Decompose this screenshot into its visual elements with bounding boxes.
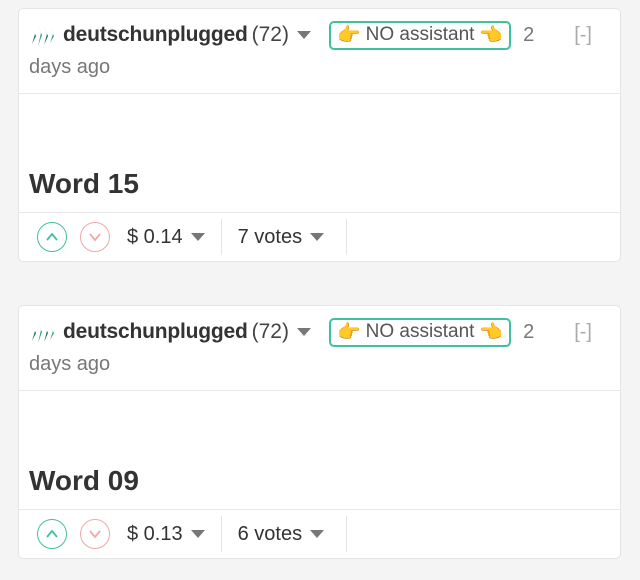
caret-down-icon[interactable]: [296, 328, 311, 336]
divider: [220, 219, 222, 255]
community-badge[interactable]: 👉 NO assistant 👈: [328, 20, 512, 50]
caret-down-icon[interactable]: [296, 31, 311, 39]
upvote-icon: [46, 529, 58, 538]
post-title[interactable]: Word 15: [29, 168, 139, 200]
steem-avatar-icon[interactable]: [29, 22, 55, 48]
post-header: deutschunplugged (72) 👉 NO assistant 👈 2…: [19, 9, 620, 94]
author-reputation: (72): [251, 320, 289, 343]
post-time-unit[interactable]: days ago: [29, 56, 610, 79]
caret-down-icon: [190, 233, 205, 241]
downvote-icon: [89, 233, 101, 242]
votes-dropdown[interactable]: 7 votes: [237, 225, 325, 249]
downvote-icon: [89, 530, 101, 539]
author-name[interactable]: deutschunplugged: [63, 320, 248, 344]
post-header: deutschunplugged (72) 👉 NO assistant 👈 2…: [19, 306, 620, 391]
payout-value: $ 0.14: [127, 225, 183, 248]
point-right-icon: 👉: [336, 25, 361, 46]
payout-dropdown[interactable]: $ 0.14: [127, 226, 205, 249]
caret-down-icon: [310, 530, 325, 538]
upvote-icon: [46, 232, 58, 241]
upvote-button[interactable]: [37, 519, 67, 549]
post-time-unit[interactable]: days ago: [29, 353, 610, 376]
caret-down-icon: [190, 530, 205, 538]
collapse-button[interactable]: [-]: [574, 321, 592, 344]
point-right-icon: 👉: [336, 322, 361, 343]
point-left-icon: 👈: [479, 322, 504, 343]
post-card: deutschunplugged (72) 👉 NO assistant 👈 2…: [18, 305, 621, 559]
downvote-button[interactable]: [80, 519, 110, 549]
post-body[interactable]: Word 09: [19, 391, 620, 509]
post-card: deutschunplugged (72) 👉 NO assistant 👈 2…: [18, 8, 621, 262]
post-footer: $ 0.13 6 votes: [19, 509, 620, 558]
author-name[interactable]: deutschunplugged: [63, 23, 248, 47]
votes-count: 7 votes: [237, 225, 303, 248]
payout-value: $ 0.13: [127, 522, 183, 545]
divider: [346, 219, 348, 255]
post-title[interactable]: Word 09: [29, 465, 139, 497]
votes-dropdown[interactable]: 6 votes: [237, 522, 325, 546]
collapse-button[interactable]: [-]: [574, 24, 592, 47]
post-footer: $ 0.14 7 votes: [19, 212, 620, 261]
author-reputation: (72): [251, 23, 289, 46]
payout-dropdown[interactable]: $ 0.13: [127, 523, 205, 546]
downvote-button[interactable]: [80, 222, 110, 252]
badge-label: NO assistant: [365, 321, 475, 342]
post-time[interactable]: 2: [523, 24, 534, 47]
divider: [220, 516, 222, 552]
post-time[interactable]: 2: [523, 321, 534, 344]
post-body[interactable]: Word 15: [19, 94, 620, 212]
caret-down-icon: [310, 233, 325, 241]
votes-count: 6 votes: [237, 522, 303, 545]
steem-avatar-icon[interactable]: [29, 319, 55, 345]
badge-label: NO assistant: [365, 24, 475, 45]
point-left-icon: 👈: [479, 25, 504, 46]
upvote-button[interactable]: [37, 222, 67, 252]
divider: [346, 516, 348, 552]
community-badge[interactable]: 👉 NO assistant 👈: [328, 317, 512, 347]
